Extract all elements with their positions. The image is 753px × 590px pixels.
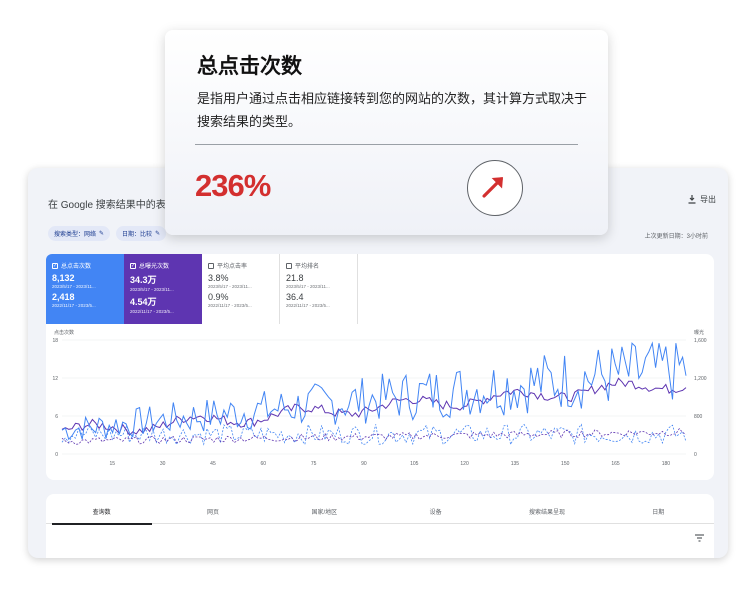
x-tick-label: 150 xyxy=(561,461,570,467)
performance-title: 在 Google 搜索结果中的表现 xyxy=(48,200,176,211)
last-updated: 上次更新日期：3小时前 xyxy=(644,234,708,240)
y2-tick-label: 1,200 xyxy=(694,376,707,382)
tooltip-title: 总点击次数 xyxy=(197,55,302,78)
left-axis-label: 点击次数 xyxy=(54,329,74,336)
checkbox-checked-icon: ✓ xyxy=(52,262,58,269)
metric-date-current: 2023/5/17 - 2023/11... xyxy=(208,284,252,289)
performance-panel: ✓ 总点击次数 8,132 2023/5/17 - 2023/11... 2,41… xyxy=(46,254,714,480)
y2-tick-label: 800 xyxy=(694,414,703,420)
growth-value: 236% xyxy=(195,168,271,203)
clicks-line xyxy=(61,341,687,441)
dimension-tabs: 查询数 网页 国家/地区 设备 搜索结果呈现 日期 xyxy=(46,494,714,525)
x-tick-label: 45 xyxy=(210,461,216,467)
x-tick-label: 165 xyxy=(611,461,620,467)
filter-chips: 搜索类型：网络 ✎ 日期：比较 ✎ xyxy=(48,226,167,241)
metric-value-current: 8,132 xyxy=(52,273,75,283)
export-button[interactable]: 导出 xyxy=(688,194,716,205)
metric-position[interactable]: 平均排名 21.8 2023/5/17 - 2023/11... 36.4 20… xyxy=(280,254,358,324)
details-panel: 查询数 网页 国家/地区 设备 搜索结果呈现 日期 xyxy=(46,494,714,558)
metric-label: 平均点击率 xyxy=(217,264,248,270)
metric-date-previous: 2022/11/17 - 2023/5... xyxy=(52,303,96,308)
metric-clicks[interactable]: ✓ 总点击次数 8,132 2023/5/17 - 2023/11... 2,41… xyxy=(46,254,124,324)
tab-search-appearance[interactable]: 搜索结果呈现 xyxy=(497,507,597,523)
edit-icon: ✎ xyxy=(99,231,105,237)
metric-value-current: 34.3万 xyxy=(130,275,157,285)
x-tick-label: 15 xyxy=(110,461,116,467)
download-icon xyxy=(688,195,696,204)
tab-devices[interactable]: 设备 xyxy=(386,507,486,523)
checkbox-icon xyxy=(286,262,292,269)
metric-date-previous: 2022/11/17 - 2023/5... xyxy=(208,303,252,308)
metric-value-previous: 36.4 xyxy=(286,292,304,302)
checkbox-icon xyxy=(208,262,214,269)
metric-date-current: 2023/5/17 - 2023/11... xyxy=(286,284,330,289)
tooltip-description: 是指用户通过点击相应链接转到您的网站的次数，其计算方式取决于搜索结果的类型。 xyxy=(197,91,588,129)
metric-value-previous: 2,418 xyxy=(52,292,75,302)
y-tick-label: 0 xyxy=(55,452,58,458)
x-tick-label: 105 xyxy=(410,461,419,467)
trend-up-icon-circle xyxy=(467,160,523,216)
metric-value-previous: 4.54万 xyxy=(130,297,157,307)
y2-tick-label: 1,600 xyxy=(694,338,707,344)
metric-value-current: 3.8% xyxy=(208,273,229,283)
x-tick-label: 90 xyxy=(361,461,367,467)
tab-queries[interactable]: 查询数 xyxy=(51,507,152,525)
tab-dates[interactable]: 日期 xyxy=(608,507,708,523)
right-axis-label: 曝光 xyxy=(694,329,704,336)
metric-impressions[interactable]: ✓ 总曝光次数 34.3万 2023/5/17 - 2023/11... 4.54… xyxy=(124,254,202,324)
metric-date-current: 2023/5/17 - 2023/11... xyxy=(130,287,174,292)
edit-icon: ✎ xyxy=(155,231,161,237)
x-tick-label: 135 xyxy=(511,461,520,467)
arrow-up-right-icon xyxy=(482,177,504,198)
metric-label: 平均排名 xyxy=(295,264,320,270)
y-tick-label: 12 xyxy=(52,376,58,382)
metric-label: 总点击次数 xyxy=(61,264,92,270)
checkbox-checked-icon: ✓ xyxy=(130,262,136,269)
chip-label: 日期：比较 xyxy=(122,232,153,238)
performance-chart[interactable]: 点击次数 曝光 18 1,600 12 1,200 6 800 0 0 15 30 45 60 75 90… xyxy=(46,328,714,478)
date-chip[interactable]: 日期：比较 ✎ xyxy=(116,226,167,241)
metric-value-previous: 0.9% xyxy=(208,292,229,302)
search-type-chip[interactable]: 搜索类型：网络 ✎ xyxy=(48,226,111,241)
x-tick-label: 60 xyxy=(261,461,267,467)
x-tick-label: 120 xyxy=(460,461,469,467)
metric-cards: ✓ 总点击次数 8,132 2023/5/17 - 2023/11... 2,41… xyxy=(46,254,358,324)
metric-date-current: 2023/5/17 - 2023/11... xyxy=(52,284,96,289)
x-tick-label: 75 xyxy=(311,461,317,467)
tab-countries[interactable]: 国家/地区 xyxy=(274,507,374,523)
y-tick-label: 6 xyxy=(55,414,58,420)
x-tick-label: 30 xyxy=(160,461,166,467)
y-tick-label: 18 xyxy=(52,338,58,344)
metric-ctr[interactable]: 平均点击率 3.8% 2023/5/17 - 2023/11... 0.9% 2… xyxy=(202,254,280,324)
x-tick-label: 180 xyxy=(662,461,671,467)
export-label: 导出 xyxy=(700,195,716,204)
metric-date-previous: 2022/11/17 - 2023/5... xyxy=(286,303,330,308)
metric-value-current: 21.8 xyxy=(286,273,304,283)
chip-label: 搜索类型：网络 xyxy=(54,232,97,238)
divider xyxy=(195,144,578,145)
metric-date-previous: 2022/11/17 - 2023/5... xyxy=(130,309,174,314)
filter-icon[interactable] xyxy=(695,534,704,542)
y2-tick-label: 0 xyxy=(694,452,697,458)
impressions-line xyxy=(61,377,687,436)
metric-tooltip: 总点击次数 是指用户通过点击相应链接转到您的网站的次数，其计算方式取决于搜索结果… xyxy=(165,30,608,235)
metric-label: 总曝光次数 xyxy=(139,264,170,270)
tab-pages[interactable]: 网页 xyxy=(163,507,263,523)
